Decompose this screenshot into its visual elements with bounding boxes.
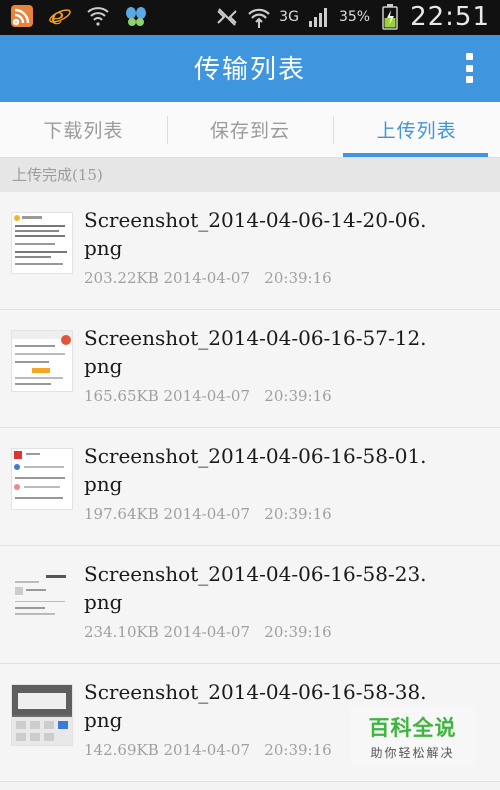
butterfly-icon	[124, 4, 148, 28]
file-size: 142.69KB	[84, 741, 159, 759]
thumbnail	[11, 212, 73, 274]
battery-percent: 35%	[338, 9, 371, 25]
cell-signal-icon	[307, 5, 331, 29]
network-type: 3G	[279, 9, 299, 25]
file-date: 2014-04-07	[163, 741, 250, 759]
list-item[interactable]: Screenshot_2014-04-06-14-20-06.png 203.2…	[0, 192, 500, 310]
tab-save-to-cloud[interactable]: 保存到云	[166, 102, 334, 157]
file-meta: 234.10KB 2014-04-07 20:39:16	[84, 623, 332, 641]
file-name: Screenshot_2014-04-06-14-20-06.png	[84, 208, 427, 260]
clock: 22:51	[410, 2, 490, 32]
thumbnail	[11, 448, 73, 510]
watermark-subtitle: 助你轻松解决	[370, 746, 455, 760]
file-time: 20:39:16	[264, 505, 332, 523]
file-size: 234.10KB	[84, 623, 159, 641]
file-time: 20:39:16	[264, 387, 332, 405]
thumbnail	[11, 684, 73, 746]
file-meta: 165.65KB 2014-04-07 20:39:16	[84, 387, 332, 405]
list-item[interactable]: Screenshot_2014-04-06-16-57-12.png 165.6…	[0, 310, 500, 428]
wifi-app-icon	[10, 4, 34, 28]
file-size: 165.65KB	[84, 387, 159, 405]
file-name: Screenshot_2014-04-06-16-58-01.png	[84, 444, 427, 496]
title-bar: 传输列表	[0, 35, 500, 102]
list-item[interactable]: Screenshot_2014-04-06-16-58-23.png 234.1…	[0, 546, 500, 664]
file-date: 2014-04-07	[163, 269, 250, 287]
file-date: 2014-04-07	[163, 387, 250, 405]
file-time: 20:39:16	[264, 741, 332, 759]
watermark: 百科全说 助你轻松解决	[350, 706, 475, 766]
thumbnail	[11, 330, 73, 392]
upload-list: Screenshot_2014-04-06-14-20-06.png 203.2…	[0, 192, 500, 782]
file-size: 197.64KB	[84, 505, 159, 523]
wifi-question-icon	[86, 4, 110, 28]
file-date: 2014-04-07	[163, 623, 250, 641]
section-label: 上传完成(15)	[12, 166, 103, 184]
file-time: 20:39:16	[264, 269, 332, 287]
browser-icon: e	[48, 4, 72, 28]
watermark-title: 百科全说	[368, 716, 457, 740]
mute-icon	[215, 5, 239, 29]
page-title: 传输列表	[193, 55, 306, 85]
more-menu-icon[interactable]	[464, 53, 474, 83]
file-date: 2014-04-07	[163, 505, 250, 523]
file-meta: 197.64KB 2014-04-07 20:39:16	[84, 505, 332, 523]
file-name: Screenshot_2014-04-06-16-57-12.png	[84, 326, 427, 378]
tab-bar: 下载列表 保存到云 上传列表	[0, 102, 500, 158]
section-header: 上传完成(15)	[0, 158, 500, 192]
file-name: Screenshot_2014-04-06-16-58-23.png	[84, 562, 427, 614]
tab-upload-list[interactable]: 上传列表	[333, 102, 500, 157]
thumbnail	[11, 566, 73, 628]
file-size: 203.22KB	[84, 269, 159, 287]
list-item[interactable]: Screenshot_2014-04-06-16-58-01.png 197.6…	[0, 428, 500, 546]
file-meta: 142.69KB 2014-04-07 20:39:16	[84, 741, 332, 759]
file-time: 20:39:16	[264, 623, 332, 641]
file-meta: 203.22KB 2014-04-07 20:39:16	[84, 269, 332, 287]
tab-download-list[interactable]: 下载列表	[0, 102, 167, 157]
wifi-signal-icon	[247, 5, 271, 29]
battery-charging-icon	[378, 4, 402, 30]
status-bar: e 3G 35% 22:51	[0, 0, 500, 35]
